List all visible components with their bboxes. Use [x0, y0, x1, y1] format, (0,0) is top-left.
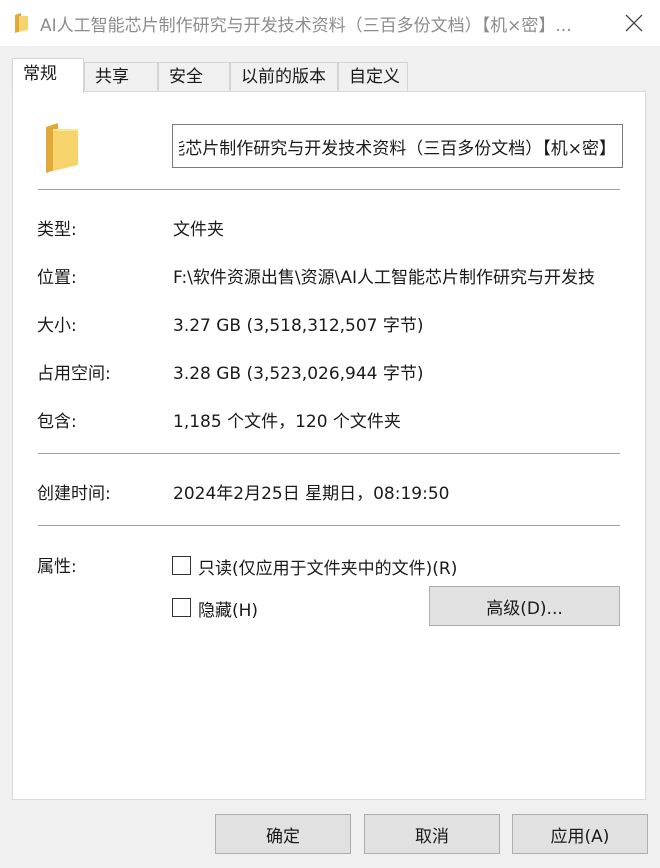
attributes-label: 属性:: [37, 557, 77, 577]
location-value: F:\软件资源出售\资源\AI人工智能芯片制作研究与开发技: [173, 268, 596, 288]
tab-security[interactable]: 安全: [158, 62, 230, 92]
close-button[interactable]: [614, 8, 654, 38]
disk-size-value: 3.28 GB (3,523,026,944 字节): [173, 364, 424, 384]
tab-previous-versions[interactable]: 以前的版本: [230, 62, 338, 92]
tab-customize[interactable]: 自定义: [338, 62, 408, 92]
separator: [38, 453, 620, 454]
location-label: 位置:: [37, 268, 77, 288]
general-panel: [12, 91, 646, 800]
type-value: 文件夹: [173, 220, 224, 240]
window-title: AI人工智能芯片制作研究与开发技术资料（三百多份文档）【机×密】...: [40, 16, 572, 36]
type-label: 类型:: [37, 220, 77, 240]
folder-icon: [15, 13, 28, 33]
disk-size-label: 占用空间:: [37, 364, 111, 384]
cancel-button[interactable]: 取消: [364, 814, 500, 854]
readonly-checkbox[interactable]: [172, 556, 191, 575]
tab-sharing[interactable]: 共享: [84, 62, 158, 92]
contains-value: 1,185 个文件，120 个文件夹: [173, 412, 401, 432]
size-value: 3.27 GB (3,518,312,507 字节): [173, 316, 424, 336]
hidden-checkbox[interactable]: [172, 598, 191, 617]
apply-button[interactable]: 应用(A): [512, 814, 648, 854]
advanced-button[interactable]: 高级(D)...: [429, 586, 620, 626]
title-bar: AI人工智能芯片制作研究与开发技术资料（三百多份文档）【机×密】...: [0, 0, 660, 46]
created-value: 2024年2月25日 星期日，08:19:50: [173, 484, 450, 504]
size-label: 大小:: [37, 316, 77, 336]
folder-large-icon: [46, 123, 78, 173]
contains-label: 包含:: [37, 412, 77, 432]
separator: [38, 525, 620, 526]
folder-name-input[interactable]: [172, 124, 623, 168]
hidden-label[interactable]: 隐藏(H): [198, 596, 258, 621]
ok-button[interactable]: 确定: [215, 814, 351, 854]
separator: [38, 189, 620, 190]
tab-general[interactable]: 常规: [12, 58, 84, 93]
created-label: 创建时间:: [37, 484, 111, 504]
close-icon: [625, 14, 643, 32]
readonly-label[interactable]: 只读(仅应用于文件夹中的文件)(R): [198, 554, 457, 579]
